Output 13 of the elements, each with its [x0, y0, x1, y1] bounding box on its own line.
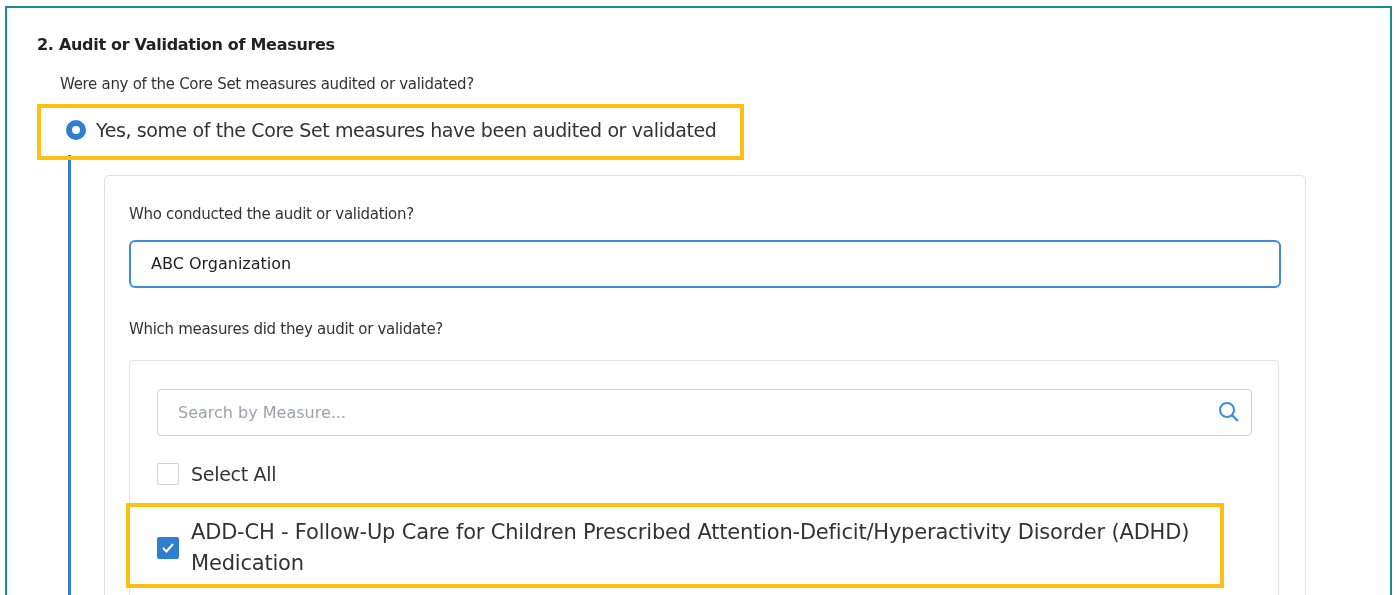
option-label[interactable]: Yes, some of the Core Set measures have been audited or validated — [96, 115, 717, 144]
check-icon — [161, 541, 175, 555]
field-label: Who conducted the audit or validation? — [129, 204, 415, 225]
search-field[interactable]: Search by Measure... — [157, 389, 1252, 436]
question-text: Were any of the Core Set measures audited or validated? — [60, 74, 475, 95]
checkbox[interactable] — [157, 537, 179, 559]
text-input-field[interactable]: ABC Organization — [129, 239, 1281, 288]
search-icon[interactable] — [1218, 401, 1240, 423]
field-label: Which measures did they audit or validate? — [129, 318, 444, 340]
section-heading: 2. Audit or Validation of Measures — [37, 34, 336, 56]
checkbox-label[interactable]: ADD-CH - Follow-Up Care for Children Prescribed Attention-Deficit/Hyperactivity Disorder (ADHD) Medication — [191, 516, 1198, 580]
checkbox-label[interactable]: Select All — [191, 460, 277, 489]
radio-button[interactable] — [66, 119, 86, 140]
